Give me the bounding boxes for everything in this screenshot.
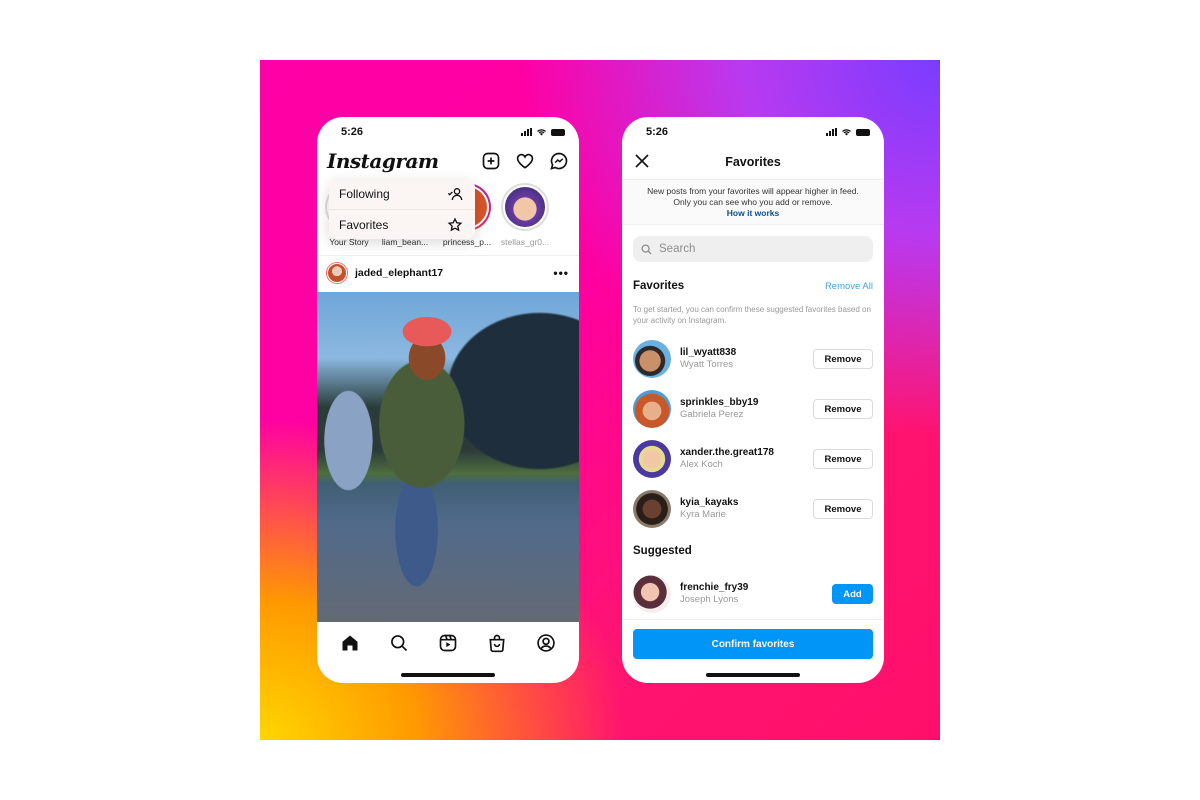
new-post-icon[interactable] xyxy=(481,151,501,171)
phone-favorites: 5:26 Favorites New posts from your favor… xyxy=(622,117,884,683)
remove-button[interactable]: Remove xyxy=(813,349,873,369)
reels-icon[interactable] xyxy=(438,633,458,653)
home-indicator xyxy=(706,673,800,677)
suggested-section-title: Suggested xyxy=(633,545,692,557)
post-username[interactable]: jaded_elephant17 xyxy=(355,267,443,279)
remove-all-button[interactable]: Remove All xyxy=(825,281,873,292)
page-title: Favorites xyxy=(725,155,781,169)
favorite-row: kyia_kayaks Kyra Marie Remove xyxy=(633,489,873,529)
app-header: Instagram ⌄ xyxy=(327,147,569,177)
favorite-row: sprinkles_bby19 Gabriela Perez Remove xyxy=(633,389,873,429)
hint-text: To get started, you can confirm these su… xyxy=(633,305,871,325)
post-header: jaded_elephant17 ••• xyxy=(327,261,569,285)
search-input[interactable]: Search xyxy=(633,236,873,262)
divider xyxy=(622,619,884,620)
add-button[interactable]: Add xyxy=(832,584,873,604)
username: frenchie_fry39 xyxy=(680,582,749,593)
dropdown-label: Favorites xyxy=(339,217,389,232)
info-banner: New posts from your favorites will appea… xyxy=(622,179,884,225)
avatar[interactable] xyxy=(327,263,347,283)
chevron-down-icon[interactable]: ⌄ xyxy=(412,156,420,167)
status-bar: 5:26 xyxy=(317,125,579,141)
confirm-favorites-button[interactable]: Confirm favorites xyxy=(633,629,873,659)
info-text: Only you can see who you add or remove. xyxy=(673,197,833,207)
shop-icon[interactable] xyxy=(487,633,507,653)
remove-button[interactable]: Remove xyxy=(813,449,873,469)
avatar[interactable] xyxy=(633,390,671,428)
more-options-icon[interactable]: ••• xyxy=(553,266,569,280)
username: kyia_kayaks xyxy=(680,497,739,508)
username: lil_wyatt838 xyxy=(680,347,737,358)
star-icon xyxy=(447,216,463,231)
status-bar: 5:26 xyxy=(622,125,884,141)
wifi-icon xyxy=(842,129,851,136)
status-time: 5:26 xyxy=(646,126,669,138)
instagram-logo[interactable]: Instagram xyxy=(327,149,439,173)
remove-button[interactable]: Remove xyxy=(813,499,873,519)
wifi-icon xyxy=(537,129,546,136)
full-name: Joseph Lyons xyxy=(680,594,739,605)
signal-icon xyxy=(826,128,837,136)
favorite-row: xander.the.great178 Alex Koch Remove xyxy=(633,439,873,479)
home-icon[interactable] xyxy=(340,633,360,653)
info-text: New posts from your favorites will appea… xyxy=(647,186,859,196)
avatar[interactable] xyxy=(633,440,671,478)
favorites-header: Favorites xyxy=(622,151,884,175)
favorite-row: lil_wyatt838 Wyatt Torres Remove xyxy=(633,339,873,379)
search-icon xyxy=(641,243,652,255)
avatar[interactable] xyxy=(633,575,671,613)
following-icon xyxy=(447,188,463,201)
bottom-tab-bar xyxy=(317,623,579,663)
search-placeholder: Search xyxy=(659,243,696,255)
dropdown-item-following[interactable]: Following xyxy=(329,179,475,209)
feed-filter-dropdown: Following Favorites xyxy=(329,179,475,239)
dropdown-item-favorites[interactable]: Favorites xyxy=(329,209,475,239)
dropdown-label: Following xyxy=(339,187,390,201)
full-name: Wyatt Torres xyxy=(680,359,734,370)
messenger-icon[interactable] xyxy=(549,151,569,171)
full-name: Kyra Marie xyxy=(680,509,726,520)
full-name: Alex Koch xyxy=(680,459,723,470)
post-image[interactable] xyxy=(317,292,579,622)
suggested-row: frenchie_fry39 Joseph Lyons Add xyxy=(633,574,873,614)
favorites-section-title: Favorites xyxy=(633,280,685,292)
username: sprinkles_bby19 xyxy=(680,397,759,408)
avatar[interactable] xyxy=(633,340,671,378)
signal-icon xyxy=(521,128,532,136)
heart-icon[interactable] xyxy=(515,151,535,171)
divider xyxy=(317,255,579,256)
username: xander.the.great178 xyxy=(680,447,774,458)
battery-icon xyxy=(551,128,565,136)
full-name: Gabriela Perez xyxy=(680,409,744,420)
search-icon[interactable] xyxy=(389,633,409,653)
how-it-works-link[interactable]: How it works xyxy=(622,208,884,219)
battery-icon xyxy=(856,128,870,136)
home-indicator xyxy=(401,673,495,677)
remove-button[interactable]: Remove xyxy=(813,399,873,419)
profile-icon[interactable] xyxy=(536,633,556,653)
story-label: stellas_gr0... xyxy=(500,237,550,247)
avatar[interactable] xyxy=(633,490,671,528)
phone-feed: 5:26 Instagram ⌄ Your Story liam_bean...… xyxy=(317,117,579,683)
story-item[interactable]: stellas_gr0... xyxy=(499,183,551,247)
status-time: 5:26 xyxy=(341,126,364,138)
